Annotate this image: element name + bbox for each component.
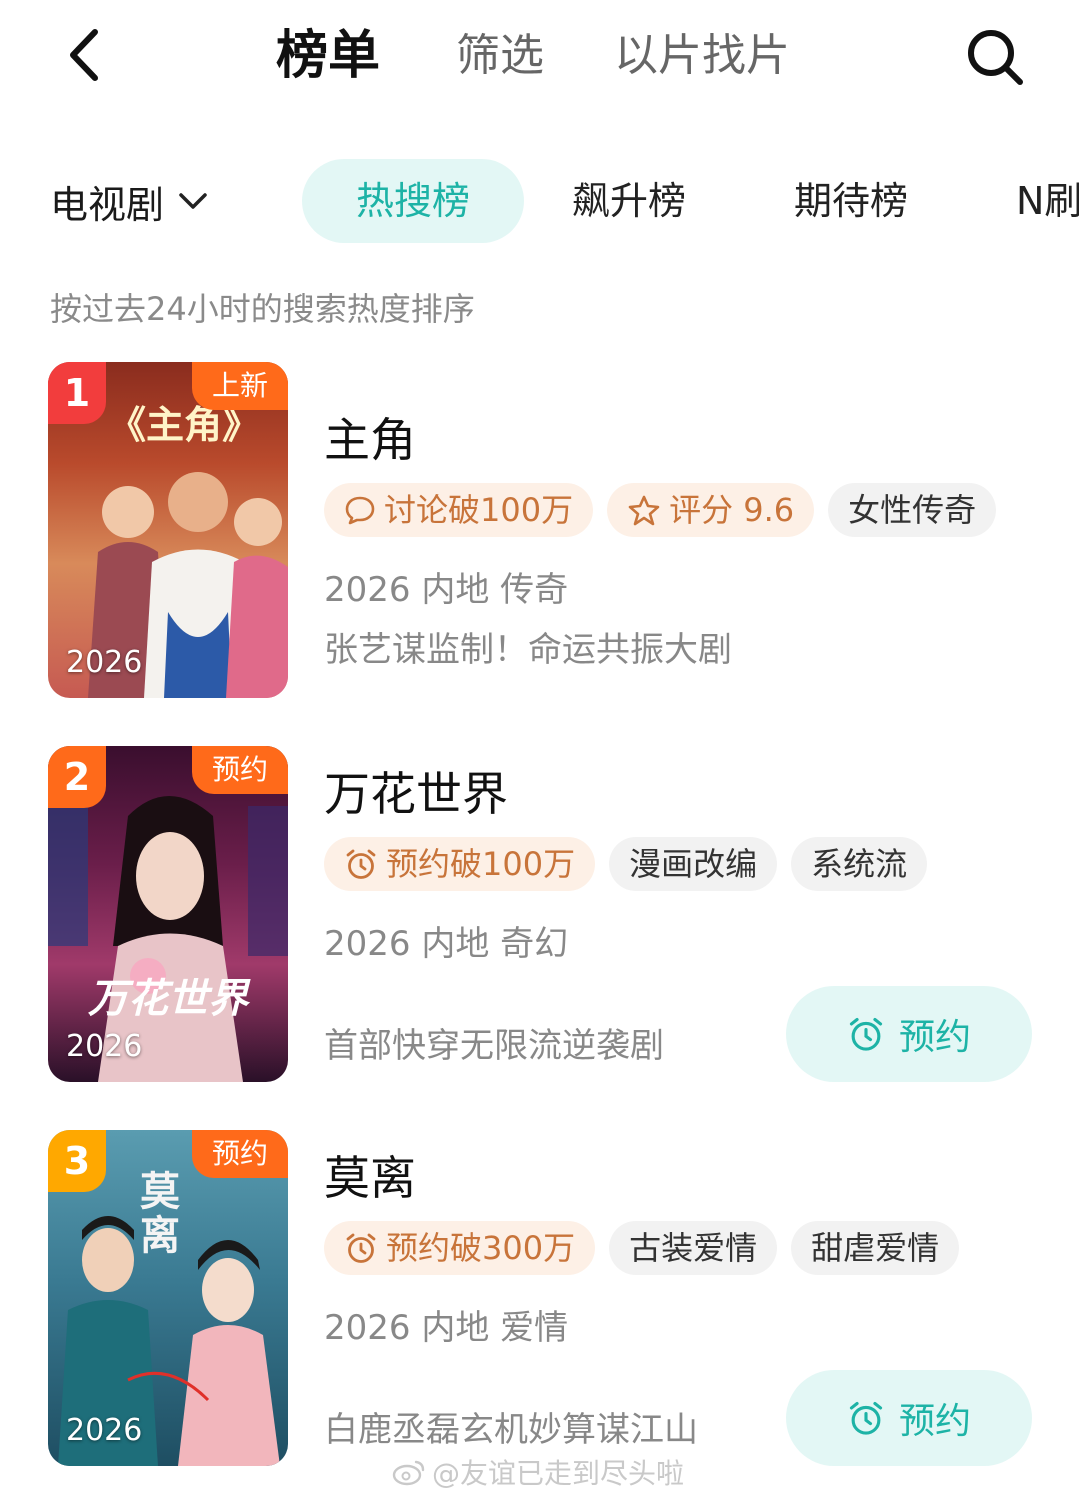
show-title[interactable]: 万花世界: [324, 758, 508, 824]
tag-label: 评分 9.6: [669, 491, 795, 529]
poster-year: 2026: [66, 645, 143, 680]
category-dropdown-label: 电视剧: [50, 182, 165, 227]
reserve-button[interactable]: 预约: [786, 986, 1032, 1082]
reserve-button-label: 预约: [898, 1017, 971, 1058]
tag-discussion: 讨论破100万: [324, 483, 594, 537]
category-row: 电视剧 热搜榜 飙升榜 期待榜 N刷: [0, 155, 1079, 247]
tag-label: 预约破100万: [386, 845, 576, 883]
rank-badge: 2: [48, 746, 106, 808]
tag-genre: 女性传奇: [828, 483, 997, 537]
tag-label: 预约破300万: [386, 1229, 576, 1267]
tab-rewatch[interactable]: N刷: [1016, 173, 1079, 229]
chevron-left-icon: [70, 29, 98, 81]
list-item[interactable]: 莫离 3 预约 2026 莫离 预约破300万 古装爱情 甜虐爱情 2026 内…: [0, 1130, 1079, 1470]
new-badge: 上新: [191, 362, 288, 410]
search-button[interactable]: [962, 26, 1028, 88]
watermark: @友谊已走到尽头啦: [392, 1452, 684, 1492]
chat-bubble-icon: [345, 496, 375, 525]
tag-reservations: 预约破100万: [324, 837, 596, 891]
tag-label: 讨论破100万: [384, 491, 574, 529]
tab-rankings[interactable]: 榜单: [276, 24, 380, 88]
poster[interactable]: 《主角》 1 上新 2026: [48, 362, 288, 698]
poster-title: 莫离: [140, 1168, 180, 1259]
alarm-clock-icon: [346, 1233, 376, 1263]
search-icon: [968, 30, 1023, 85]
tab-filter[interactable]: 筛选: [456, 24, 544, 88]
show-title[interactable]: 主角: [324, 404, 416, 470]
tag-list: 讨论破100万 评分 9.6 女性传奇: [324, 483, 997, 537]
reserve-button-label: 预约: [898, 1401, 971, 1442]
list-item[interactable]: 《主角》 1 上新 2026 主角 讨论破100万 评分 9.6 女性传奇 20…: [0, 362, 1079, 702]
show-meta: 2026 内地 奇幻: [324, 924, 569, 964]
rank-badge: 3: [48, 1130, 106, 1192]
show-description: 白鹿丞磊玄机妙算谋江山: [324, 1410, 698, 1450]
tab-anticipated[interactable]: 期待榜: [794, 173, 908, 229]
list-item[interactable]: 万花世界 2 预约 2026 万花世界 预约破100万 漫画改编 系统流 202…: [0, 746, 1079, 1086]
tag-genre: 系统流: [791, 837, 928, 891]
alarm-clock-icon: [849, 1401, 883, 1435]
tag-rating: 评分 9.6: [607, 483, 815, 537]
poster[interactable]: 万花世界 2 预约 2026: [48, 746, 288, 1082]
top-bar: 榜单 筛选 以片找片: [0, 0, 1079, 110]
reserve-button[interactable]: 预约: [786, 1370, 1032, 1466]
poster-year: 2026: [66, 1413, 143, 1448]
poster-title: 万花世界: [88, 975, 248, 1022]
poster-year: 2026: [66, 1029, 143, 1064]
back-button[interactable]: [58, 25, 110, 85]
poster[interactable]: 莫离 3 预约 2026: [48, 1130, 288, 1466]
tab-hot-search[interactable]: 热搜榜: [302, 159, 524, 243]
rank-badge: 1: [48, 362, 106, 424]
reserve-badge: 预约: [191, 1130, 288, 1178]
alarm-clock-icon: [346, 849, 376, 879]
tag-genre: 甜虐爱情: [791, 1221, 960, 1275]
show-description: 首部快穿无限流逆袭剧: [324, 1026, 664, 1066]
alarm-clock-icon: [849, 1017, 883, 1051]
tag-genre: 古装爱情: [609, 1221, 778, 1275]
show-title[interactable]: 莫离: [324, 1142, 416, 1208]
show-meta: 2026 内地 传奇: [324, 570, 569, 610]
watermark-text: @友谊已走到尽头啦: [432, 1457, 685, 1490]
weibo-icon: [392, 1460, 425, 1486]
reserve-badge: 预约: [191, 746, 288, 794]
tab-find-by-image[interactable]: 以片找片: [614, 24, 790, 88]
tag-list: 预约破100万 漫画改编 系统流: [324, 837, 928, 891]
category-dropdown[interactable]: 电视剧: [50, 173, 208, 229]
tag-reservations: 预约破300万: [324, 1221, 596, 1275]
tag-list: 预约破300万 古装爱情 甜虐爱情: [324, 1221, 960, 1275]
show-description: 张艺谋监制！命运共振大剧: [324, 630, 732, 670]
tab-rising[interactable]: 飙升榜: [572, 173, 686, 229]
ranking-description: 按过去24小时的搜索热度排序: [50, 290, 475, 328]
show-meta: 2026 内地 爱情: [324, 1308, 569, 1348]
chevron-down-icon: [179, 193, 207, 209]
star-icon: [628, 495, 660, 526]
tag-genre: 漫画改编: [609, 837, 778, 891]
